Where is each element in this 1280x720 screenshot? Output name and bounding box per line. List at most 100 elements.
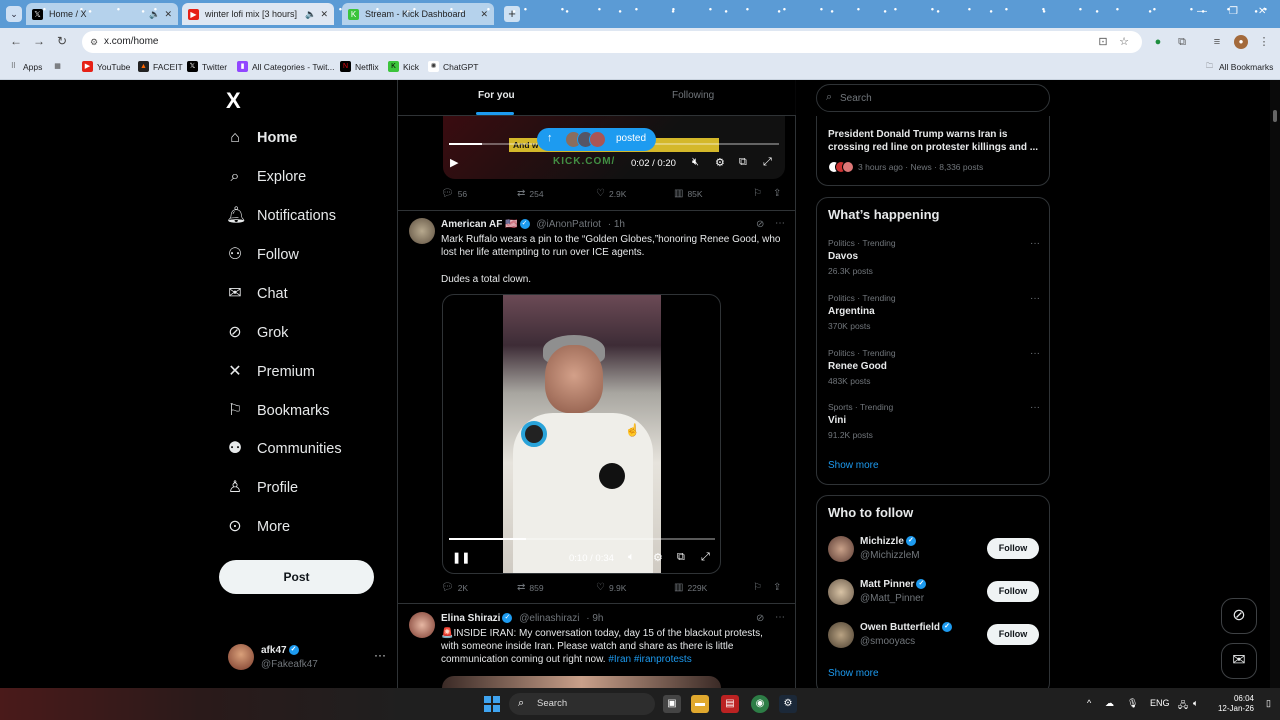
close-tab-icon[interactable]: ✕ xyxy=(480,9,488,20)
trend-item[interactable]: Sports · Trending Vini 91.2K posts ··· xyxy=(828,402,1040,450)
speaker-icon[interactable]: 🔈 xyxy=(149,9,160,20)
pip-icon[interactable]: ⧉ xyxy=(739,156,747,169)
more-dots-icon[interactable]: ··· xyxy=(1030,293,1040,304)
steam-icon[interactable]: ⚙ xyxy=(779,695,797,713)
more-dots-icon[interactable]: ··· xyxy=(1030,348,1040,359)
bookmark-star-icon[interactable]: ☆ xyxy=(1117,35,1131,49)
trend-item[interactable]: Politics · Trending Argentina 370K posts… xyxy=(828,293,1040,341)
nav-home[interactable]: ⌂ Home xyxy=(226,124,297,152)
settings-icon[interactable]: ⚙ xyxy=(715,156,725,169)
system-clock[interactable]: 06:04 12-Jan-26 xyxy=(1214,694,1254,714)
repost-button[interactable]: ⇄ 859 xyxy=(517,582,544,593)
bookmark-twitter[interactable]: 𝕏 Twitter xyxy=(187,61,227,72)
file-explorer-icon[interactable]: ▬ xyxy=(691,695,709,713)
share-button[interactable]: ⇪ xyxy=(773,582,785,593)
messages-float-button[interactable]: ✉ xyxy=(1221,643,1257,679)
tab-winter-lofi[interactable]: ▶ winter lofi mix [3 hours] 🔈 ✕ xyxy=(182,3,334,25)
tab-search-icon[interactable]: ⌄ xyxy=(6,6,22,22)
repost-button[interactable]: ⇄ 254 xyxy=(517,188,544,199)
bookmark-grid[interactable]: ▦ xyxy=(52,61,67,72)
language-indicator[interactable]: ENG xyxy=(1150,698,1170,708)
follow-button[interactable]: Follow xyxy=(987,581,1039,602)
extensions-icon[interactable]: ⧉ xyxy=(1175,35,1189,49)
bookmark-kick[interactable]: K Kick xyxy=(388,61,419,72)
account-switcher[interactable]: afk47 ✓ @Fakeafk47 ··· xyxy=(226,642,386,676)
tab-home-x[interactable]: 𝕏 Home / X 🔈 ✕ xyxy=(26,3,178,25)
news-card[interactable]: President Donald Trump warns Iran is cro… xyxy=(816,116,1050,186)
fullscreen-icon[interactable]: ⤢ xyxy=(701,551,710,564)
views-button[interactable]: ▥ 85K xyxy=(674,188,703,199)
avatar[interactable] xyxy=(409,612,435,638)
follow-suggestion[interactable]: Matt Pinner ✓ @Matt_Pinner Follow xyxy=(828,577,1040,609)
hashtags[interactable]: #Iran #iranprotests xyxy=(608,654,691,665)
avatar[interactable] xyxy=(409,218,435,244)
grok-float-button[interactable]: ⊘ xyxy=(1221,598,1257,634)
mute-icon[interactable]: 🔇︎ xyxy=(692,156,699,169)
profile-avatar-icon[interactable]: ● xyxy=(1234,35,1248,49)
tray-overflow-icon[interactable]: ^ xyxy=(1087,698,1091,708)
video-progress-bar[interactable] xyxy=(449,538,715,540)
tab-for-you[interactable]: For you xyxy=(478,90,515,101)
x-logo-icon[interactable]: X xyxy=(226,88,241,114)
url-field[interactable]: ⚙ x.com/home xyxy=(82,31,1142,53)
nav-notifications[interactable]: 🔔︎ Notifications xyxy=(226,202,336,230)
all-bookmarks[interactable]: 🗀 All Bookmarks xyxy=(1204,61,1273,72)
pip-icon[interactable]: ⧉ xyxy=(677,551,685,564)
speaker-icon[interactable]: 🔈 xyxy=(305,9,316,20)
close-tab-icon[interactable]: ✕ xyxy=(164,9,172,20)
windows-start-icon[interactable] xyxy=(484,696,500,712)
app-icon[interactable]: ▤ xyxy=(721,695,739,713)
show-more-link[interactable]: Show more xyxy=(828,668,879,679)
follow-suggestion[interactable]: Owen Butterfield ✓ @smooyacs Follow xyxy=(828,620,1040,652)
more-dots-icon[interactable]: ··· xyxy=(1030,238,1040,249)
grok-icon[interactable]: ⊘ xyxy=(756,613,764,624)
close-window-icon[interactable]: ✕ xyxy=(1258,6,1266,17)
bookmark-netflix[interactable]: N Netflix xyxy=(340,61,379,72)
forward-icon[interactable]: → xyxy=(33,34,45,48)
views-button[interactable]: ▥ 229K xyxy=(674,582,707,593)
tweet-media-preview[interactable] xyxy=(442,676,721,688)
trend-item[interactable]: Politics · Trending Davos 26.3K posts ··… xyxy=(828,238,1040,286)
notifications-icon[interactable]: ▯ xyxy=(1266,698,1271,709)
more-dots-icon[interactable]: ··· xyxy=(374,648,386,662)
bookmark-button[interactable]: ⚐ xyxy=(753,188,766,199)
nav-follow[interactable]: ⚇ Follow xyxy=(226,241,299,269)
media-control-icon[interactable]: ≡ xyxy=(1210,35,1224,49)
trend-item[interactable]: Politics · Trending Renee Good 483K post… xyxy=(828,348,1040,396)
tweet-video[interactable]: ☝ ❚❚ 0:10 / 0:34 🔈︎ ⚙ ⧉ ⤢ xyxy=(442,294,721,574)
nav-more[interactable]: ⊙ More xyxy=(226,513,290,541)
more-dots-icon[interactable]: ··· xyxy=(1030,402,1040,413)
tab-kick-dashboard[interactable]: K Stream - Kick Dashboard ✕ xyxy=(342,3,494,25)
taskbar-search[interactable]: ⌕ Search xyxy=(509,693,655,715)
task-view-icon[interactable]: ▣ xyxy=(663,695,681,713)
settings-icon[interactable]: ⚙ xyxy=(653,551,663,564)
chrome-icon[interactable]: ◉ xyxy=(751,695,769,713)
page-scrollbar[interactable] xyxy=(1270,80,1280,688)
nav-profile[interactable]: ♙ Profile xyxy=(226,474,298,502)
follow-button[interactable]: Follow xyxy=(987,624,1039,645)
bookmark-apps[interactable]: ⠿ Apps xyxy=(8,61,42,72)
like-button[interactable]: ♡ 2.9K xyxy=(596,188,626,199)
grok-icon[interactable]: ⊘ xyxy=(756,219,764,230)
network-icon[interactable]: 🖧︎ xyxy=(1178,698,1188,714)
bookmark-faceit[interactable]: ▲ FACEIT xyxy=(138,61,183,72)
microphone-icon[interactable]: 🎙︎ xyxy=(1127,698,1138,709)
fullscreen-icon[interactable]: ⤢ xyxy=(763,156,772,169)
search-input[interactable]: ⌕ Search xyxy=(816,84,1050,112)
post-button[interactable]: Post xyxy=(219,560,374,594)
tab-following[interactable]: Following xyxy=(672,90,714,101)
onedrive-icon[interactable]: ☁ xyxy=(1105,698,1114,709)
like-button[interactable]: ♡ 9.9K xyxy=(596,582,626,593)
bookmark-chatgpt[interactable]: ✺ ChatGPT xyxy=(428,61,478,72)
back-icon[interactable]: ← xyxy=(10,34,22,48)
new-tab-button[interactable]: + xyxy=(504,6,520,22)
nav-premium[interactable]: ✕ Premium xyxy=(226,358,315,386)
more-dots-icon[interactable]: ⋯ xyxy=(775,218,785,229)
follow-suggestion[interactable]: Michizzle ✓ @MichizzleM Follow xyxy=(828,534,1040,566)
close-tab-icon[interactable]: ✕ xyxy=(320,9,328,20)
nav-bookmarks[interactable]: ⚐ Bookmarks xyxy=(226,397,330,425)
reply-button[interactable]: 💬︎ 56 xyxy=(441,188,467,199)
bookmark-twitch-categories[interactable]: ▮ All Categories - Twit... xyxy=(237,61,335,72)
site-info-icon[interactable]: ⚙ xyxy=(90,31,98,53)
nav-grok[interactable]: ⊘ Grok xyxy=(226,319,288,347)
